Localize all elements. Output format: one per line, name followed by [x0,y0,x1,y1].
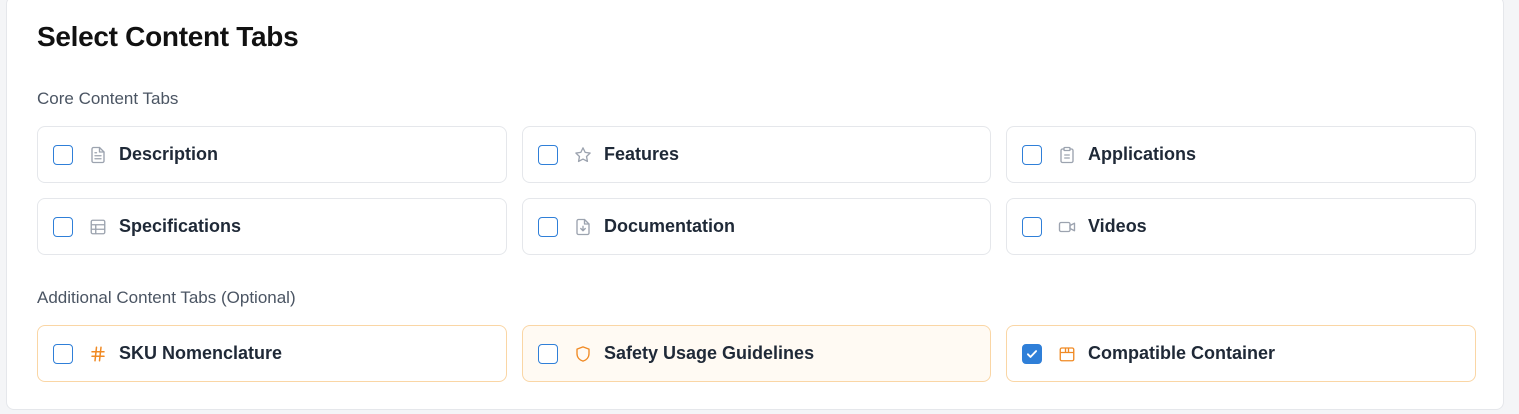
document-icon [89,146,107,164]
tab-option-sku-nomenclature[interactable]: SKU Nomenclature [37,325,507,382]
documentation-checkbox[interactable] [538,216,558,237]
file-download-icon [574,218,592,236]
additional-tabs-grid: SKU Nomenclature Safety Usage Guidelines… [37,325,1476,382]
video-icon [1058,218,1076,236]
tab-option-label: Videos [1088,216,1147,236]
tab-option-specifications[interactable]: Specifications [37,198,507,255]
tab-option-label: Description [119,144,219,164]
videos-checkbox[interactable] [1022,216,1042,237]
tab-option-label: Compatible Container [1088,343,1276,363]
package-icon [1058,345,1076,363]
features-checkbox[interactable] [538,144,558,165]
core-tabs-grid: Description Features Applications Specif… [37,126,1476,255]
core-section-label: Core Content Tabs [37,89,179,108]
content-tabs-card: Select Content Tabs Core Content Tabs De… [6,0,1504,410]
hash-icon [89,345,107,363]
tab-option-description[interactable]: Description [37,126,507,183]
table-icon [89,218,107,236]
sku-nomenclature-checkbox[interactable] [53,343,73,364]
shield-icon [574,345,592,363]
checkmark-icon [1026,349,1038,358]
description-checkbox[interactable] [53,144,73,165]
tab-option-applications[interactable]: Applications [1006,126,1476,183]
clipboard-icon [1058,146,1076,164]
safety-usage-guidelines-checkbox[interactable] [538,343,558,364]
tab-option-compatible-container[interactable]: Compatible Container [1006,325,1476,382]
tab-option-label: Applications [1088,144,1197,164]
tab-option-documentation[interactable]: Documentation [522,198,991,255]
tab-option-label: Specifications [119,216,242,236]
page-title: Select Content Tabs [37,21,299,52]
tab-option-label: SKU Nomenclature [119,343,283,363]
tab-option-safety-usage-guidelines[interactable]: Safety Usage Guidelines [522,325,991,382]
star-icon [574,146,592,164]
tab-option-label: Safety Usage Guidelines [604,343,815,363]
applications-checkbox[interactable] [1022,144,1042,165]
tab-option-features[interactable]: Features [522,126,991,183]
compatible-container-checkbox[interactable] [1022,343,1042,364]
tab-option-videos[interactable]: Videos [1006,198,1476,255]
additional-section-label: Additional Content Tabs (Optional) [37,288,296,307]
tab-option-label: Features [604,144,680,164]
tab-option-label: Documentation [604,216,736,236]
specifications-checkbox[interactable] [53,216,73,237]
